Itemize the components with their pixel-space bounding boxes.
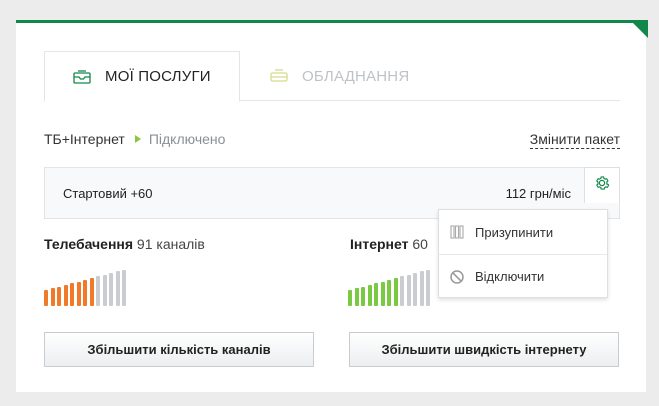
router-icon — [270, 69, 288, 83]
level-bar — [426, 269, 430, 306]
level-bar — [374, 283, 378, 306]
increase-channels-button[interactable]: Збільшити кількість каналів — [44, 332, 314, 367]
level-bar — [413, 273, 417, 306]
corner-accent — [630, 20, 648, 38]
services-card: МОЇ ПОСЛУГИ ОБЛАДНАННЯ ТБ+Інтернет Підкл… — [16, 20, 648, 392]
increase-speed-button[interactable]: Збільшити швидкість інтернету — [349, 332, 619, 367]
button-label: Збільшити швидкість інтернету — [381, 342, 587, 357]
level-bar — [393, 278, 398, 306]
menu-item-pause[interactable]: Призупинити — [439, 210, 607, 254]
internet-title: Інтернет — [350, 236, 409, 252]
level-bar — [83, 279, 87, 306]
tab-label: ОБЛАДНАННЯ — [302, 67, 410, 85]
tab-bar: МОЇ ПОСЛУГИ ОБЛАДНАННЯ — [44, 51, 620, 102]
breadcrumb: ТБ+Інтернет Підключено — [44, 131, 225, 147]
level-bar — [96, 276, 100, 306]
tv-title: Телебачення — [44, 236, 134, 252]
level-bar — [109, 273, 113, 306]
pause-icon — [449, 224, 465, 240]
connection-status: Підключено — [148, 131, 226, 147]
block-icon — [449, 269, 465, 285]
level-bar — [57, 286, 61, 306]
level-bar — [419, 271, 424, 306]
gear-icon — [593, 174, 611, 197]
settings-menu: Призупинити Відключити — [438, 209, 608, 298]
package-name: ТБ+Інтернет — [44, 131, 125, 147]
level-bar — [63, 284, 68, 306]
level-bar — [361, 286, 365, 306]
level-bar — [348, 290, 352, 306]
level-bar — [400, 276, 404, 306]
level-bar — [354, 288, 359, 306]
internet-level-meter — [348, 269, 433, 306]
internet-section-title: Інтернет 60 — [350, 236, 428, 252]
menu-item-disconnect[interactable]: Відключити — [439, 254, 607, 298]
arrow-right-icon — [134, 135, 141, 143]
tab-my-services[interactable]: МОЇ ПОСЛУГИ — [44, 51, 240, 102]
internet-speed: 60 — [412, 236, 428, 252]
level-bar — [367, 284, 372, 306]
level-bar — [50, 288, 55, 306]
level-bar — [76, 281, 81, 306]
change-package-link[interactable]: Змінити пакет — [529, 131, 620, 149]
tv-level-meter — [44, 269, 129, 306]
level-bar — [89, 278, 94, 306]
settings-button[interactable] — [584, 167, 620, 203]
level-bar — [387, 279, 391, 306]
level-bar — [122, 269, 126, 306]
tv-channel-count: 91 каналів — [136, 236, 205, 252]
level-bar — [406, 274, 411, 306]
level-bar — [44, 290, 48, 306]
level-bar — [70, 283, 74, 306]
envelope-icon — [73, 69, 91, 84]
plan-name: Стартовий +60 — [63, 185, 153, 201]
menu-item-label: Відключити — [475, 269, 545, 284]
tv-section-title: Телебачення 91 каналів — [44, 236, 205, 252]
menu-item-label: Призупинити — [475, 224, 554, 240]
tab-equipment[interactable]: ОБЛАДНАННЯ — [268, 51, 448, 101]
tab-label: МОЇ ПОСЛУГИ — [105, 68, 211, 85]
level-bar — [380, 281, 385, 306]
button-label: Збільшити кількість каналів — [87, 342, 271, 357]
plan-price: 112 грн/міс — [505, 185, 571, 201]
level-bar — [102, 274, 107, 306]
level-bar — [115, 271, 120, 306]
